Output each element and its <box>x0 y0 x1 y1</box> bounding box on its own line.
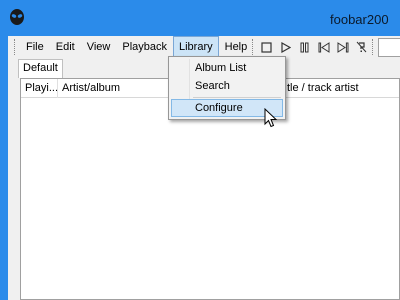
menu-playback[interactable]: Playback <box>116 36 173 58</box>
stop-button[interactable] <box>258 38 275 56</box>
previous-button[interactable] <box>315 38 332 56</box>
main-menu: File Edit View Playback Library Help <box>20 36 253 58</box>
alien-icon[interactable] <box>8 8 26 26</box>
menu-item-album-list[interactable]: Album List <box>171 59 283 77</box>
next-icon <box>337 41 348 53</box>
column-title-track-artist[interactable]: tle / track artist <box>283 79 399 98</box>
menubar-grip[interactable] <box>14 39 16 55</box>
toolbar-grip[interactable] <box>252 39 254 55</box>
menu-view[interactable]: View <box>81 36 117 58</box>
play-button[interactable] <box>277 38 294 56</box>
menu-file[interactable]: File <box>20 36 50 58</box>
previous-icon <box>318 41 329 53</box>
window-frame: foobar200 File Edit View Playback Librar… <box>0 0 400 300</box>
window-title: foobar200 <box>330 12 389 27</box>
menu-bar: File Edit View Playback Library Help <box>8 36 400 58</box>
random-button[interactable] <box>353 38 370 56</box>
pause-button[interactable] <box>296 38 313 56</box>
pause-icon <box>300 42 309 52</box>
menu-edit[interactable]: Edit <box>50 36 81 58</box>
column-artist-album[interactable]: Artist/album <box>58 79 168 98</box>
playback-toolbar <box>258 38 370 56</box>
menu-library[interactable]: Library <box>173 36 219 58</box>
random-icon <box>356 41 366 53</box>
next-button[interactable] <box>334 38 351 56</box>
menu-separator <box>193 97 281 98</box>
column-playing[interactable]: Playi... <box>21 79 57 98</box>
tab-default[interactable]: Default <box>18 59 63 78</box>
play-icon <box>281 41 291 53</box>
toolbar-grip-2[interactable] <box>372 39 374 55</box>
toolbar-combo[interactable] <box>378 38 400 57</box>
menu-help[interactable]: Help <box>219 36 254 58</box>
stop-icon <box>261 41 272 53</box>
menu-item-search[interactable]: Search <box>171 77 283 95</box>
title-bar[interactable]: foobar200 <box>0 0 400 36</box>
mouse-cursor-icon <box>264 108 278 128</box>
